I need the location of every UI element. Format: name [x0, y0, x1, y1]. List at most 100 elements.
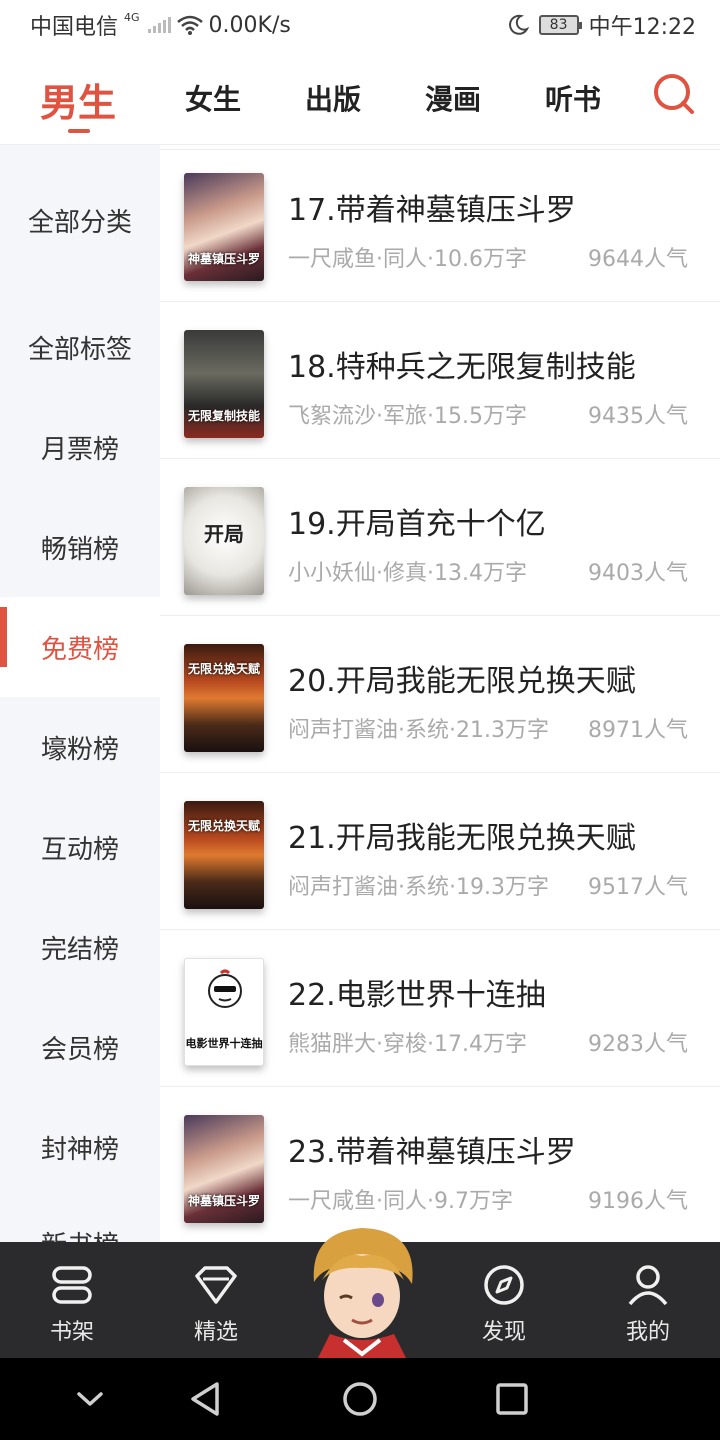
book-title[interactable]: 21.开局我能无限兑换天赋	[288, 813, 636, 857]
nav-profile[interactable]: 我的	[598, 1242, 698, 1358]
sidebar-item-label: 畅销榜	[40, 534, 119, 565]
sidebar-item-hall-of-fame[interactable]: 封神榜	[0, 1117, 160, 1177]
list-item[interactable]: 神墓镇压斗罗 17.带着神墓镇压斗罗 一尺咸鱼·同人·10.6万字 9644人气	[160, 145, 720, 302]
sidebar-item-free[interactable]: 免费榜	[0, 597, 160, 697]
sidebar-item-label: 完结榜	[40, 934, 119, 965]
book-popularity: 9644人气	[588, 247, 688, 272]
sidebar-item-label: 月票榜	[40, 434, 119, 465]
sidebar-item-label: 免费榜	[40, 634, 119, 665]
book-cover[interactable]: 无限兑换天赋	[184, 801, 264, 909]
home-icon[interactable]	[337, 1376, 383, 1422]
list-item[interactable]: 神墓镇压斗罗 23.带着神墓镇压斗罗 一尺咸鱼·同人·9.7万字 9196人气	[160, 1087, 720, 1242]
diamond-icon	[195, 1266, 237, 1304]
clock: 中午12:22	[588, 15, 696, 40]
sidebar-item-label: 新书榜	[41, 1225, 119, 1243]
book-cover[interactable]: 电影世界十连抽	[184, 958, 264, 1066]
battery-icon: 83	[538, 15, 582, 35]
tab-publishing[interactable]: 出版	[305, 78, 361, 118]
book-popularity: 9435人气	[588, 404, 688, 429]
book-cover[interactable]: 开局	[184, 487, 264, 595]
nav-bookshelf[interactable]: 书架	[22, 1242, 122, 1358]
book-title[interactable]: 20.开局我能无限兑换天赋	[288, 656, 636, 700]
cover-title: 无限兑换天赋	[187, 819, 260, 833]
sidebar-item-label: 全部分类	[27, 207, 132, 238]
sidebar-item-all-categories[interactable]: 全部分类	[0, 190, 160, 250]
network-type: 4G	[124, 10, 140, 24]
category-tabs: 男生 女生 出版 漫画 听书	[0, 50, 720, 145]
book-meta: 一尺咸鱼·同人·10.6万字	[288, 247, 527, 272]
book-title[interactable]: 17.带着神墓镇压斗罗	[288, 185, 576, 229]
sidebar-item-new-books[interactable]: 新书榜	[0, 1213, 160, 1243]
book-cover[interactable]: 神墓镇压斗罗	[184, 1115, 264, 1223]
book-cover[interactable]: 神墓镇压斗罗	[184, 173, 264, 281]
book-meta: 飞絮流沙·军旅·15.5万字	[288, 404, 527, 429]
tab-female[interactable]: 女生	[185, 78, 241, 118]
sidebar-item-monthly-ticket[interactable]: 月票榜	[0, 417, 160, 477]
book-title[interactable]: 22.电影世界十连抽	[288, 970, 546, 1014]
book-title[interactable]: 18.特种兵之无限复制技能	[288, 342, 636, 386]
book-meta: 一尺咸鱼·同人·9.7万字	[288, 1189, 513, 1214]
book-meta: 小小妖仙·修真·13.4万字	[288, 561, 527, 586]
search-icon[interactable]	[652, 72, 696, 116]
wifi-icon	[176, 15, 203, 35]
book-list: 神墓镇压斗罗 17.带着神墓镇压斗罗 一尺咸鱼·同人·10.6万字 9644人气…	[160, 145, 720, 1242]
moon-icon	[508, 14, 529, 35]
sidebar-item-top-fans[interactable]: 壕粉榜	[0, 717, 160, 777]
book-popularity: 9517人气	[588, 875, 688, 900]
battery-level: 83	[549, 17, 568, 33]
sidebar-item-bestseller[interactable]: 畅销榜	[0, 517, 160, 577]
list-item[interactable]: 无限兑换天赋 20.开局我能无限兑换天赋 闷声打酱油·系统·21.3万字 897…	[160, 616, 720, 773]
tab-audiobooks[interactable]: 听书	[545, 78, 601, 118]
nav-label: 书架	[49, 1320, 94, 1345]
network-speed: 0.00K/s	[208, 12, 291, 38]
cover-title: 无限复制技能	[187, 409, 260, 423]
sidebar-item-all-tags[interactable]: 全部标签	[0, 317, 160, 377]
list-item[interactable]: 无限兑换天赋 21.开局我能无限兑换天赋 闷声打酱油·系统·19.3万字 951…	[160, 773, 720, 930]
cover-title: 电影世界十连抽	[185, 1037, 263, 1050]
sidebar-item-member[interactable]: 会员榜	[0, 1017, 160, 1077]
sidebar-item-label: 壕粉榜	[40, 734, 119, 765]
cartoon-face-icon	[208, 969, 242, 1008]
list-item[interactable]: 无限复制技能 18.特种兵之无限复制技能 飞絮流沙·军旅·15.5万字 9435…	[160, 302, 720, 459]
recent-apps-icon[interactable]	[489, 1376, 535, 1422]
sidebar-item-label: 全部标签	[27, 334, 132, 365]
cover-title: 无限兑换天赋	[187, 662, 260, 676]
book-cover[interactable]: 无限复制技能	[184, 330, 264, 438]
book-popularity: 9196人气	[588, 1189, 688, 1214]
compass-icon	[484, 1265, 524, 1305]
sidebar-item-interaction[interactable]: 互动榜	[0, 817, 160, 877]
nav-label: 精选	[193, 1320, 238, 1345]
list-item[interactable]: 开局 19.开局首充十个亿 小小妖仙·修真·13.4万字 9403人气	[160, 459, 720, 616]
carrier-label: 中国电信	[30, 15, 119, 40]
cover-title: 开局	[204, 522, 244, 546]
book-meta: 熊猫胖大·穿梭·17.4万字	[288, 1032, 527, 1057]
mascot-avatar[interactable]	[300, 1222, 424, 1358]
book-meta: 闷声打酱油·系统·19.3万字	[288, 875, 549, 900]
bookshelf-icon	[52, 1266, 92, 1304]
sidebar-item-label: 封神榜	[40, 1134, 119, 1165]
sidebar-item-completed[interactable]: 完结榜	[0, 917, 160, 977]
cover-title: 神墓镇压斗罗	[187, 252, 260, 266]
rank-sidebar: 全部分类 全部标签 月票榜 畅销榜 免费榜 壕粉榜 互动榜 完结榜 会员榜 封神…	[0, 145, 160, 1242]
chevron-down-icon[interactable]	[67, 1376, 113, 1422]
book-popularity: 9403人气	[588, 561, 688, 586]
tab-male[interactable]: 男生	[40, 72, 116, 133]
nav-label: 我的	[625, 1320, 670, 1345]
nav-label: 发现	[481, 1320, 526, 1345]
tab-comics[interactable]: 漫画	[425, 78, 481, 118]
user-icon	[628, 1265, 668, 1306]
nav-featured[interactable]: 精选	[166, 1242, 266, 1358]
cover-title: 神墓镇压斗罗	[187, 1194, 260, 1208]
nav-discover[interactable]: 发现	[454, 1242, 554, 1358]
book-title[interactable]: 19.开局首充十个亿	[288, 499, 546, 543]
sidebar-item-label: 会员榜	[40, 1034, 119, 1065]
book-cover[interactable]: 无限兑换天赋	[184, 644, 264, 752]
signal-icon	[147, 17, 171, 33]
system-nav-bar	[0, 1358, 720, 1440]
back-icon[interactable]	[183, 1376, 229, 1422]
book-meta: 闷声打酱油·系统·21.3万字	[288, 718, 549, 743]
status-bar: 中国电信 4G 0.00K/s 83 中午12:22	[0, 0, 720, 50]
book-title[interactable]: 23.带着神墓镇压斗罗	[288, 1127, 576, 1171]
book-popularity: 9283人气	[588, 1032, 688, 1057]
list-item[interactable]: 电影世界十连抽 22.电影世界十连抽 熊猫胖大·穿梭·17.4万字 9283人气	[160, 930, 720, 1087]
